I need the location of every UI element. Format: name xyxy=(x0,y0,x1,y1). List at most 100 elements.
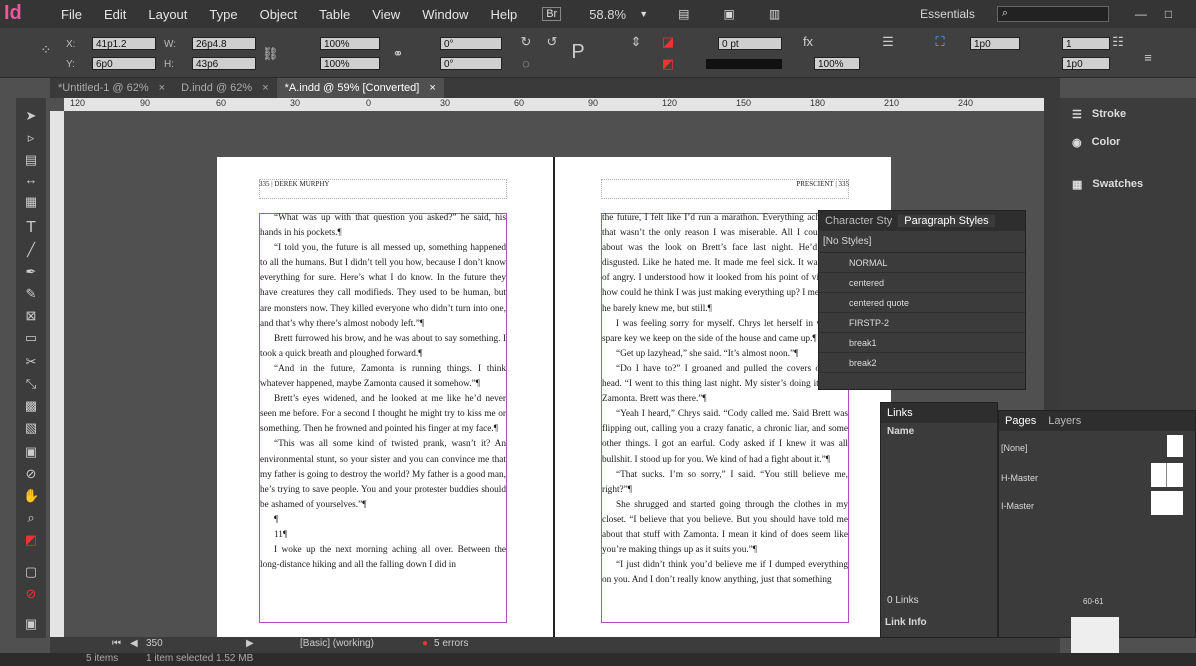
free-transform-tool-icon[interactable]: ⤡ xyxy=(23,376,39,392)
y-field[interactable]: 6p0 xyxy=(92,57,156,70)
shear-field[interactable]: 0° xyxy=(440,57,502,70)
reference-point-icon[interactable]: ⁘ xyxy=(38,42,54,58)
fit-frame-icon[interactable]: ⛶ xyxy=(932,34,948,50)
master-none[interactable]: [None] xyxy=(1001,443,1028,453)
rectangle-frame-tool-icon[interactable]: ⊠ xyxy=(23,308,39,324)
page-number-field[interactable]: 350 xyxy=(146,638,226,649)
page-thumbnail[interactable] xyxy=(1151,463,1183,487)
zoom-level[interactable]: 58.8% xyxy=(589,7,639,22)
gradient-feather-tool-icon[interactable]: ▧ xyxy=(23,420,39,436)
prev-page-icon[interactable]: ◀ xyxy=(130,638,138,649)
color-panel-button[interactable]: ◉ Color xyxy=(1072,136,1120,149)
direct-selection-tool-icon[interactable]: ▹ xyxy=(23,130,39,146)
workspace-switcher[interactable]: Essentials xyxy=(920,7,975,21)
panel-menu-icon[interactable]: ≡ xyxy=(1140,50,1156,66)
pencil-tool-icon[interactable]: ✎ xyxy=(23,286,39,302)
menu-view[interactable]: View xyxy=(361,7,411,22)
spread-thumbnail[interactable] xyxy=(1071,617,1119,653)
inset-field-1[interactable]: 1p0 xyxy=(970,37,1020,50)
screen-mode-icon[interactable]: ▣ xyxy=(723,7,734,21)
stroke-weight-field[interactable]: 0 pt xyxy=(718,37,782,50)
apply-none-icon[interactable]: ⊘ xyxy=(23,586,39,602)
fill-stroke-icon[interactable]: ◩ xyxy=(23,532,39,548)
preflight-profile[interactable]: [Basic] (working) xyxy=(300,638,374,649)
menu-edit[interactable]: Edit xyxy=(93,7,137,22)
height-field[interactable]: 43p6 xyxy=(192,57,256,70)
name-column-header[interactable]: Name xyxy=(881,423,997,441)
next-page-icon[interactable]: ▶ xyxy=(246,638,254,649)
rotation-field[interactable]: 0° xyxy=(440,37,502,50)
x-field[interactable]: 41p1.2 xyxy=(92,37,156,50)
menu-window[interactable]: Window xyxy=(411,7,479,22)
stroke-swatch-icon[interactable]: ◩ xyxy=(660,56,676,72)
list-item[interactable]: centered xyxy=(819,273,1025,293)
text-wrap-icon[interactable]: ☷ xyxy=(1110,34,1126,50)
width-field[interactable]: 26p4.8 xyxy=(192,37,256,50)
close-icon[interactable]: × xyxy=(429,78,435,98)
arrange-documents-icon[interactable]: ▥ xyxy=(769,7,780,21)
menu-table[interactable]: Table xyxy=(308,7,361,22)
link-icon[interactable]: ⚭ xyxy=(390,46,406,62)
menu-file[interactable]: File xyxy=(50,7,93,22)
tab-character-styles[interactable]: Character Sty xyxy=(819,215,898,227)
flip-icon[interactable]: ◌ xyxy=(518,56,534,72)
align-icon[interactable]: ☰ xyxy=(880,34,896,50)
page-tool-icon[interactable]: ▤ xyxy=(23,152,39,168)
content-collector-icon[interactable]: ▦ xyxy=(23,194,39,210)
link-info-toggle[interactable]: Link Info xyxy=(885,617,927,628)
swatches-panel-button[interactable]: ▦ Swatches xyxy=(1072,178,1143,191)
constrain-proportions-icon[interactable]: ⛓ xyxy=(262,46,279,62)
bridge-button[interactable]: Br xyxy=(542,7,562,21)
list-item[interactable]: NORMAL xyxy=(819,253,1025,273)
page-thumbnail[interactable] xyxy=(1167,435,1183,457)
rotate-ccw-icon[interactable]: ↺ xyxy=(544,34,560,50)
scale-y-field[interactable]: 100% xyxy=(320,57,380,70)
minimize-icon[interactable]: — xyxy=(1135,7,1147,21)
list-item[interactable]: FIRSTP-2 xyxy=(819,313,1025,333)
close-icon[interactable]: × xyxy=(159,78,165,98)
eyedropper-tool-icon[interactable]: ⊘ xyxy=(23,466,39,482)
pen-tool-icon[interactable]: ✒ xyxy=(23,264,39,280)
chevron-down-icon[interactable]: ▼ xyxy=(639,9,648,19)
fx-icon[interactable]: fx xyxy=(800,34,816,50)
select-container-icon[interactable]: ⇕ xyxy=(628,34,644,50)
scale-x-field[interactable]: 100% xyxy=(320,37,380,50)
stroke-panel-button[interactable]: ☰ Stroke xyxy=(1072,108,1126,121)
tab-a-indd[interactable]: *A.indd @ 59% [Converted] × xyxy=(276,78,444,98)
close-icon[interactable]: × xyxy=(262,78,268,98)
tab-d-indd[interactable]: D.indd @ 62% × xyxy=(173,78,277,98)
rectangle-tool-icon[interactable]: ▭ xyxy=(23,330,39,346)
view-options-icon[interactable]: ▤ xyxy=(678,7,689,21)
gutter-field[interactable]: 1p0 xyxy=(1062,57,1110,70)
left-page[interactable]: 335 | DEREK MURPHY “What was up with tha… xyxy=(217,157,553,637)
menu-object[interactable]: Object xyxy=(249,7,309,22)
page-thumbnail[interactable] xyxy=(1151,491,1183,515)
list-item[interactable]: centered quote xyxy=(819,293,1025,313)
selection-tool-icon[interactable]: ➤ xyxy=(23,108,39,124)
search-field[interactable]: ⌕ xyxy=(996,6,1109,22)
columns-field[interactable]: 1 xyxy=(1062,37,1110,50)
master-h[interactable]: H-Master xyxy=(1001,473,1038,483)
maximize-icon[interactable]: □ xyxy=(1165,7,1172,21)
master-i[interactable]: I-Master xyxy=(1001,501,1034,511)
gap-tool-icon[interactable]: ↔ xyxy=(23,172,39,188)
note-tool-icon[interactable]: ▣ xyxy=(23,444,39,460)
menu-layout[interactable]: Layout xyxy=(137,7,198,22)
zoom-tool-icon[interactable]: ⌕ xyxy=(23,510,39,526)
hand-tool-icon[interactable]: ✋ xyxy=(23,488,39,504)
tab-pages[interactable]: Pages xyxy=(999,415,1042,427)
gradient-swatch-tool-icon[interactable]: ▩ xyxy=(23,398,39,414)
stroke-type-select[interactable] xyxy=(706,59,782,69)
line-tool-icon[interactable]: ╱ xyxy=(23,242,39,258)
fill-swatch-icon[interactable]: ◪ xyxy=(660,34,676,50)
menu-help[interactable]: Help xyxy=(479,7,528,22)
list-item[interactable]: break2 xyxy=(819,353,1025,373)
menu-type[interactable]: Type xyxy=(198,7,248,22)
formatting-affects-icon[interactable]: ▢ xyxy=(23,564,39,580)
tab-layers[interactable]: Layers xyxy=(1042,415,1087,427)
first-page-icon[interactable]: ⏮ xyxy=(112,638,121,649)
tab-untitled[interactable]: *Untitled-1 @ 62% × xyxy=(50,78,173,98)
list-item[interactable]: break1 xyxy=(819,333,1025,353)
errors-count[interactable]: 5 errors xyxy=(434,638,468,649)
screen-mode-tool-icon[interactable]: ▣ xyxy=(23,616,39,632)
